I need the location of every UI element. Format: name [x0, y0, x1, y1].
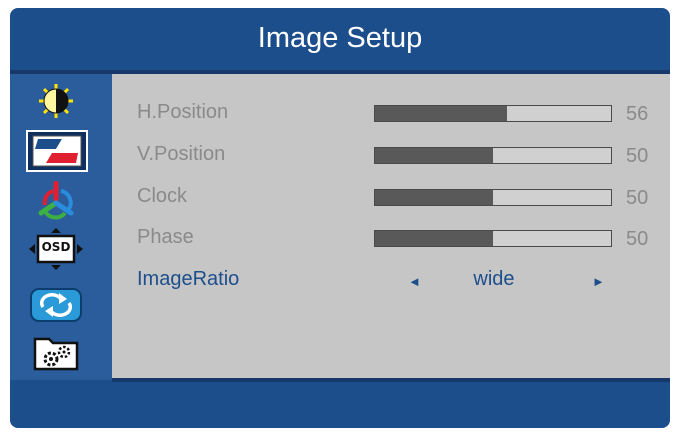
tab-osd[interactable]: OSD: [24, 228, 88, 270]
settings-panel: H.Position 56 V.Position 50 Clock 50 Pha…: [112, 74, 670, 378]
h-position-label: H.Position: [137, 101, 229, 123]
tab-brightness[interactable]: [24, 80, 88, 122]
v-position-slider[interactable]: [374, 147, 612, 164]
tab-extra-settings[interactable]: [24, 332, 88, 374]
image-ratio-prev-arrow[interactable]: ◄: [408, 274, 421, 289]
brightness-icon: [30, 82, 82, 120]
h-position-slider[interactable]: [374, 105, 612, 122]
menu-title: Image Setup: [257, 21, 423, 54]
extra-settings-icon: [29, 333, 83, 373]
osd-window: Image Setup OSD H.Position 56 V.Position…: [10, 8, 670, 428]
panel-bottom-divider: [112, 378, 670, 382]
v-position-fill: [375, 148, 493, 163]
reset-icon: [29, 287, 83, 323]
tab-reset[interactable]: [24, 284, 88, 326]
clock-value: 50: [626, 187, 649, 209]
image-ratio-value[interactable]: wide: [452, 268, 536, 291]
v-position-value: 50: [626, 145, 649, 167]
clock-slider[interactable]: [374, 189, 612, 206]
phase-slider[interactable]: [374, 230, 612, 247]
clock-label: Clock: [137, 185, 188, 207]
clock-fill: [375, 190, 493, 205]
osd-icon: OSD: [28, 227, 84, 271]
sidebar: OSD: [10, 74, 112, 380]
osd-icon-text: OSD: [41, 240, 71, 254]
tab-color[interactable]: [24, 180, 88, 222]
v-position-label: V.Position: [137, 143, 226, 165]
image-setup-icon: [32, 135, 82, 167]
image-ratio-next-arrow[interactable]: ►: [592, 274, 605, 289]
tab-image-setup[interactable]: [26, 130, 88, 172]
phase-value: 50: [626, 228, 649, 250]
image-ratio-label: ImageRatio: [137, 268, 240, 290]
phase-label: Phase: [137, 226, 194, 248]
h-position-fill: [375, 106, 508, 121]
color-icon: [33, 181, 79, 221]
phase-fill: [375, 231, 493, 246]
h-position-value: 56: [626, 103, 649, 125]
